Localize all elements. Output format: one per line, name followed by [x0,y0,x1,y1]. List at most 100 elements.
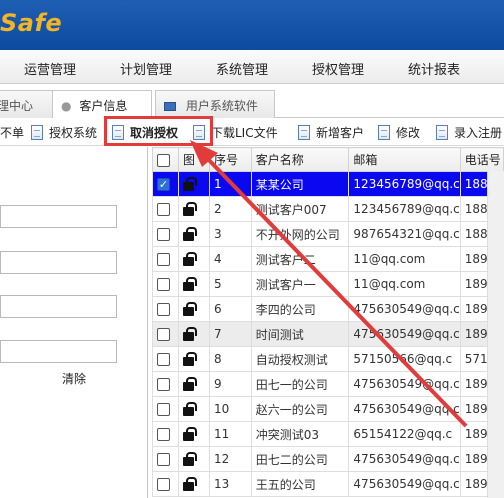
row-icon-cell [178,396,211,422]
row-seq: 2 [209,196,252,222]
row-checkbox[interactable] [157,253,170,266]
select-all-cell[interactable] [152,147,180,172]
row-customer-name: 自动授权测试 [250,346,350,372]
row-select-cell[interactable] [152,271,180,297]
menu-system[interactable]: 系统管理 [216,59,268,78]
toolbar-button-register[interactable]: 录入注册 [436,122,502,142]
table-row[interactable]: 11 冲突测试03 65154122@qq.c 18954 [152,421,504,447]
row-seq: 8 [209,346,252,372]
clear-button[interactable]: 清除 [62,370,86,387]
lock-icon [183,302,199,317]
row-email: 475630549@qq.c [348,471,461,497]
row-checkbox[interactable] [157,278,170,291]
menu-authorization[interactable]: 授权管理 [312,59,364,78]
column-header-name[interactable]: 客户名称 [250,147,350,172]
form-field-2[interactable] [0,251,117,274]
column-header-phone[interactable]: 电话号 [459,147,504,172]
row-select-cell[interactable] [152,396,180,422]
column-header-icon: 图 [178,147,211,172]
row-select-cell[interactable]: ✓ [152,171,180,197]
tab-label: 理中心 [0,99,34,113]
row-checkbox[interactable] [157,228,170,241]
row-select-cell[interactable] [152,321,180,347]
toolbar-button-download-lic[interactable]: 下载LIC文件 [193,122,278,142]
row-checkbox[interactable] [157,478,170,491]
row-seq: 3 [209,221,252,247]
row-customer-name: 时间测试 [250,321,350,347]
table-row[interactable]: ✓ 1 某某公司 123456789@qq.c 18888 [152,171,504,197]
tab-management-center[interactable]: 理中心 [0,90,58,118]
table-row[interactable]: 13 王五的公司 475630549@qq.c 18912 [152,471,504,497]
row-customer-name: 测试客户一 [250,271,350,297]
row-select-cell[interactable] [152,196,180,222]
row-select-cell[interactable] [152,471,180,497]
toolbar-button-authorize[interactable]: 授权系统 [31,122,97,142]
form-field-3[interactable] [0,295,117,318]
select-all-checkbox[interactable] [157,153,170,167]
toolbar-button-add-customer[interactable]: 新增客户 [298,122,364,142]
row-select-cell[interactable] [152,371,180,397]
row-customer-name: 王五的公司 [250,471,350,497]
row-select-cell[interactable] [152,296,180,322]
row-customer-name: 冲突测试03 [250,421,350,447]
tab-user-system-software[interactable]: 用户系统软件 [155,90,275,118]
row-icon-cell [178,271,211,297]
form-field-4[interactable] [0,340,117,363]
row-checkbox[interactable] [157,403,170,416]
row-select-cell[interactable] [152,446,180,472]
customer-grid: 图 序号 客户名称 邮箱 电话号 ✓ 1 某某公司 123456789@qq.c 188… [152,147,504,498]
table-row[interactable]: 7 时间测试 475630549@qq.c 18912 [152,321,504,347]
row-select-cell[interactable] [152,421,180,447]
table-row[interactable]: 5 测试客户一 11@qq.com 18912 [152,271,504,297]
column-header-seq[interactable]: 序号 [209,147,252,172]
button-label: 下载LIC文件 [211,125,278,140]
row-checkbox[interactable] [157,203,170,216]
row-email: 11@qq.com [348,271,461,297]
tab-bar: 理中心 ● 客户信息 × 用户系统软件 [0,84,504,128]
lock-icon [183,227,199,242]
table-row[interactable]: 2 测试客户007 123456789@qq.c 18888 [152,196,504,222]
lock-icon [183,277,199,292]
document-icon [31,124,43,140]
vertical-scrollbar[interactable] [487,171,504,498]
lock-icon [183,402,199,417]
menu-operations[interactable]: 运营管理 [24,59,76,78]
row-select-cell[interactable] [152,246,180,272]
row-icon-cell [178,321,211,347]
row-checkbox[interactable]: ✓ [157,178,170,191]
row-checkbox[interactable] [157,303,170,316]
table-row[interactable]: 3 不开外网的公司 987654321@qq.c 18899 [152,221,504,247]
menu-reports[interactable]: 统计报表 [408,59,460,78]
row-select-cell[interactable] [152,221,180,247]
row-seq: 6 [209,296,252,322]
toolbar-button-bill[interactable]: 不单 [0,122,24,142]
document-icon [436,124,448,140]
toolbar-button-edit[interactable]: 修改 [378,122,420,142]
row-checkbox[interactable] [157,428,170,441]
menu-plans[interactable]: 计划管理 [120,59,172,78]
table-row[interactable]: 4 测试客户二 11@qq.com 18912 [152,246,504,272]
row-checkbox[interactable] [157,328,170,341]
row-checkbox[interactable] [157,453,170,466]
row-checkbox[interactable] [157,353,170,366]
monitor-icon [164,102,176,111]
row-email: 475630549@qq.c [348,396,461,422]
column-header-email[interactable]: 邮箱 [348,147,461,172]
table-row[interactable]: 8 自动授权测试 57150566@qq.c 57150 [152,346,504,372]
lock-icon [183,377,199,392]
row-email: 123456789@qq.c [348,196,461,222]
row-select-cell[interactable] [152,346,180,372]
app-logo: Safe [0,9,63,37]
row-checkbox[interactable] [157,378,170,391]
lock-icon [183,177,199,192]
table-row[interactable]: 10 赵六一的公司 475630549@qq.c 18912 [152,396,504,422]
table-row[interactable]: 6 李四的公司 475630549@qq.c 18912 [152,296,504,322]
customer-table: 图 序号 客户名称 邮箱 电话号 ✓ 1 某某公司 123456789@qq.c 188… [152,147,504,497]
form-field-1[interactable] [0,205,117,228]
row-customer-name: 赵六一的公司 [250,396,350,422]
table-row[interactable]: 9 田七一的公司 475630549@qq.c 18912 [152,371,504,397]
document-icon [112,124,124,140]
tab-customer-info[interactable]: ● 客户信息 × [52,90,152,128]
table-row[interactable]: 12 田七二的公司 475630549@qq.c 18912 [152,446,504,472]
toolbar-button-cancel-authorization[interactable]: 取消授权 [112,122,178,142]
